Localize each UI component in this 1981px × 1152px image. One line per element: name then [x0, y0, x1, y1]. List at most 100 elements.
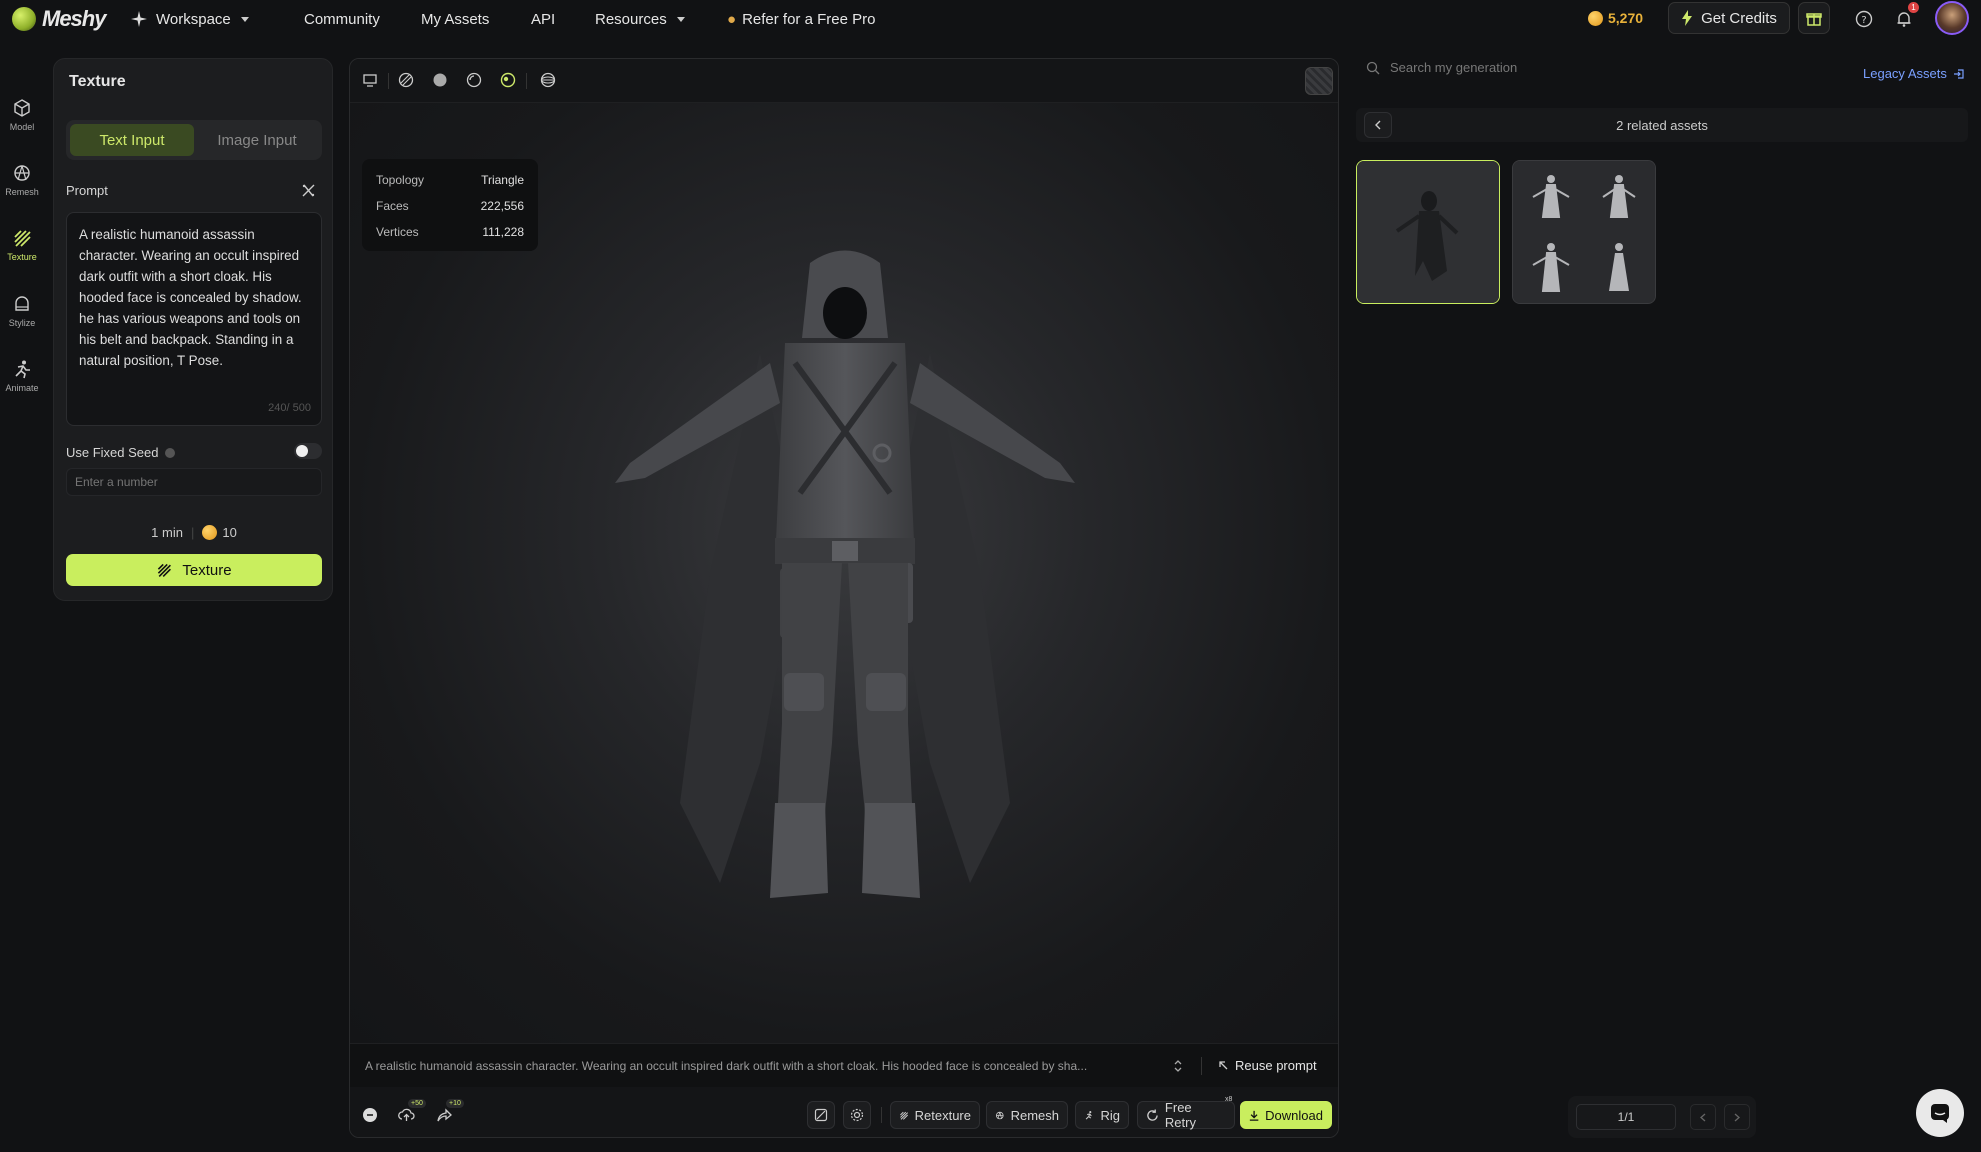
input-mode-tabs: Text Input Image Input [66, 120, 322, 160]
download-button[interactable]: Download [1240, 1101, 1332, 1129]
stat-value: 222,556 [480, 199, 524, 213]
action-bar: +50 +10 Retexture Remesh Rig Free Retry [350, 1087, 1338, 1137]
credits-amount: 5,270 [1608, 10, 1644, 26]
asset-thumbnail-multiview[interactable] [1512, 160, 1656, 304]
viewer-toolbar [350, 59, 1338, 103]
download-label: Download [1265, 1107, 1323, 1123]
animate-icon [15, 360, 30, 379]
sparkle-icon [131, 11, 147, 27]
divider: | [190, 525, 195, 540]
external-link-icon [1953, 68, 1964, 79]
rig-button[interactable]: Rig [1075, 1101, 1129, 1129]
rail-texture-label: Texture [7, 252, 37, 262]
nav-resources[interactable]: Resources [595, 0, 685, 38]
texture-icon [14, 230, 31, 247]
stat-key: Vertices [376, 225, 419, 239]
related-assets-label: 2 related assets [1616, 117, 1708, 133]
toolbar-divider [526, 73, 527, 89]
fixed-seed-label-row: Use Fixed Seed [66, 445, 175, 460]
info-icon [164, 447, 175, 458]
money-bag-icon: ● [727, 10, 737, 28]
settings-button[interactable] [843, 1101, 871, 1129]
prev-page-button[interactable] [1690, 1104, 1716, 1130]
stat-key: Topology [376, 173, 425, 187]
share-reward-badge: +10 [446, 1099, 464, 1108]
help-button[interactable]: ? [1853, 8, 1875, 30]
gift-button[interactable] [1798, 2, 1830, 34]
rig-label: Rig [1100, 1107, 1120, 1123]
search-generation[interactable]: Search my generation [1366, 60, 1517, 75]
monitor-icon[interactable] [362, 72, 378, 88]
wireframe-icon[interactable] [398, 72, 414, 88]
rail-model-label: Model [9, 122, 35, 132]
environment-icon[interactable] [540, 72, 556, 88]
rail-remesh-label: Remesh [5, 187, 39, 197]
rail-stylize[interactable]: Stylize [0, 294, 44, 328]
logo[interactable]: Meshy [12, 6, 106, 32]
delete-button[interactable] [362, 1107, 378, 1126]
svg-text:?: ? [1861, 15, 1866, 26]
chevron-down-icon [240, 16, 249, 22]
prompt-label: Prompt [66, 183, 108, 198]
asset-thumbnail-textured[interactable] [1356, 160, 1500, 304]
assassin-model [615, 250, 1075, 898]
divider [881, 1107, 882, 1123]
panel-title: Texture [69, 73, 126, 90]
avatar[interactable] [1935, 1, 1969, 35]
texture-sphere-icon[interactable] [500, 72, 516, 88]
seed-input[interactable] [66, 468, 322, 496]
notifications-button[interactable]: 1 [1893, 2, 1919, 30]
rail-texture[interactable]: Texture [0, 228, 44, 262]
prompt-summary-bar: A realistic humanoid assassin character.… [350, 1043, 1338, 1087]
remesh-button[interactable]: Remesh [986, 1101, 1068, 1129]
upload-cloud-icon [398, 1108, 415, 1121]
texture-icon [900, 1111, 909, 1120]
prompt-textarea[interactable]: A realistic humanoid assassin character.… [66, 212, 322, 426]
free-retry-button[interactable]: Free Retry x8 [1137, 1096, 1235, 1130]
reuse-prompt-button[interactable]: Reuse prompt [1218, 1058, 1317, 1073]
remesh-icon [14, 165, 30, 181]
nav-workspace[interactable]: Workspace [130, 0, 249, 38]
mesh-stats: Topology Triangle Faces 222,556 Vertices 11… [362, 159, 538, 251]
background-picker-button[interactable] [1305, 67, 1333, 95]
3d-scene[interactable]: Topology Triangle Faces 222,556 Vertices 11… [350, 103, 1338, 1043]
notification-count-badge: 1 [1908, 2, 1919, 13]
bell-icon [1897, 12, 1911, 27]
get-credits-button[interactable]: Get Credits [1668, 2, 1790, 34]
clay-sphere-icon[interactable] [466, 72, 482, 88]
back-button[interactable] [1364, 112, 1392, 138]
legacy-assets-link[interactable]: Legacy Assets [1863, 66, 1965, 81]
page-indicator[interactable]: 1/1 [1576, 1104, 1676, 1130]
nav-my-assets[interactable]: My Assets [421, 0, 489, 38]
rail-remesh[interactable]: Remesh [0, 163, 44, 197]
share-button[interactable]: +10 [436, 1099, 464, 1126]
screenshot-button[interactable] [807, 1101, 835, 1129]
rail-animate[interactable]: Animate [0, 359, 44, 393]
chevron-left-icon [1375, 120, 1381, 130]
tab-image-input[interactable]: Image Input [196, 124, 318, 156]
remesh-label: Remesh [1010, 1107, 1059, 1123]
publish-button[interactable]: +50 [398, 1099, 426, 1126]
divider [1201, 1056, 1202, 1075]
fixed-seed-toggle[interactable] [294, 443, 322, 459]
next-page-button[interactable] [1724, 1104, 1750, 1130]
stylize-icon [15, 296, 29, 311]
expand-icon[interactable] [1173, 1059, 1183, 1073]
tab-text-input[interactable]: Text Input [70, 124, 194, 156]
solid-sphere-icon[interactable] [432, 72, 448, 88]
nav-community[interactable]: Community [304, 0, 380, 38]
stat-value: Triangle [481, 173, 524, 187]
nav-api[interactable]: API [531, 0, 555, 38]
credits-balance[interactable]: 5,270 [1588, 10, 1643, 26]
rail-model[interactable]: Model [0, 98, 44, 132]
reuse-prompt-label: Reuse prompt [1235, 1058, 1317, 1073]
magic-wand-button[interactable] [301, 183, 316, 201]
texture-generate-button[interactable]: Texture [66, 554, 322, 586]
retexture-button[interactable]: Retexture [890, 1101, 980, 1129]
chat-support-button[interactable] [1916, 1089, 1964, 1137]
nav-refer-label: Refer for a Free Pro [742, 10, 876, 28]
rail-animate-label: Animate [5, 383, 39, 393]
share-icon [437, 1108, 452, 1122]
nav-refer[interactable]: ● Refer for a Free Pro [727, 0, 875, 38]
texture-icon [158, 563, 172, 577]
